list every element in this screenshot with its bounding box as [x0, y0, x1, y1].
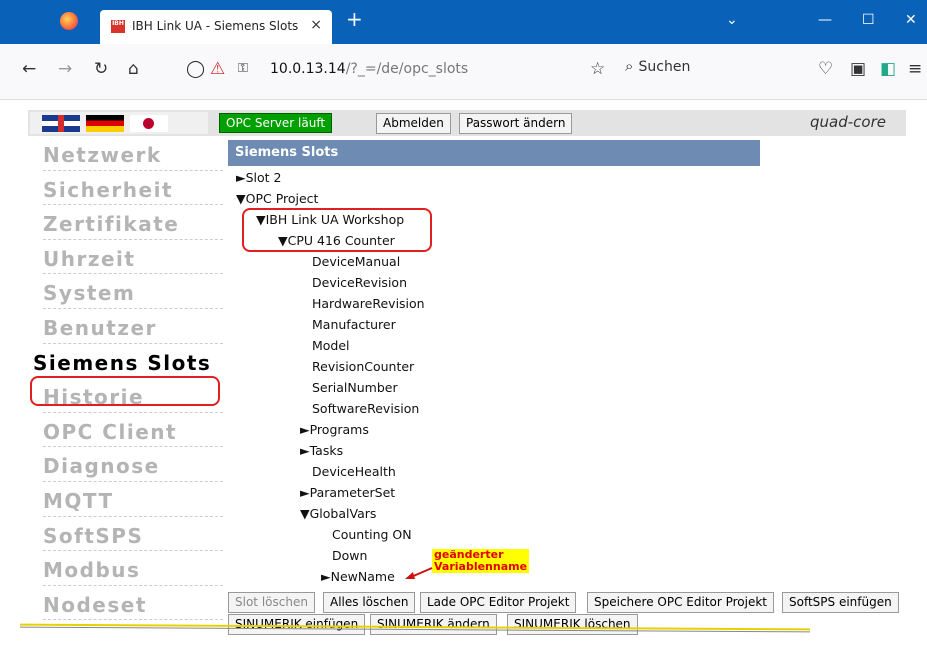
menu-icon[interactable]: ≡: [908, 59, 922, 79]
maximize-icon[interactable]: ☐: [862, 12, 875, 28]
panel-title: Siemens Slots: [228, 140, 760, 166]
sidebar: Netzwerk Sicherheit Zertifikate Uhrzeit …: [28, 140, 223, 624]
tab-list-chevron-icon[interactable]: ⌄: [726, 12, 738, 28]
softsps-insert-button[interactable]: SoftSPS einfügen: [782, 592, 899, 613]
sidebar-item-modbus[interactable]: Modbus: [28, 555, 223, 590]
tree-node-revision-counter[interactable]: RevisionCounter: [312, 359, 414, 374]
tree-node-device-manual[interactable]: DeviceManual: [312, 254, 400, 269]
annotation-arrow-icon: [405, 567, 433, 579]
tree-node-counting-on[interactable]: Counting ON: [332, 527, 412, 542]
sidebar-item-zertifikate[interactable]: Zertifikate: [28, 209, 223, 244]
sidebar-item-mqtt[interactable]: MQTT: [28, 486, 223, 521]
tab-close-icon[interactable]: ×: [310, 17, 322, 33]
permissions-icon[interactable]: ⚿: [238, 59, 248, 79]
active-item-highlight-ring: [30, 376, 220, 406]
tree-node-software-revision[interactable]: SoftwareRevision: [312, 401, 419, 416]
slot-tree: ►Slot 2 ▼OPC Project ▼IBH Link UA Worksh…: [228, 166, 760, 584]
url-bar[interactable]: 10.0.13.14/?_=/de/opc_slots: [270, 61, 468, 77]
sidebar-item-opc-client[interactable]: OPC Client: [28, 417, 223, 452]
forward-arrow-icon[interactable]: →: [58, 59, 72, 79]
top-strip: OPC Server läuft Abmelden Passwort änder…: [28, 110, 906, 136]
tracking-shield-icon[interactable]: ◯: [186, 59, 205, 79]
url-host: 10.0.13.14: [270, 61, 346, 77]
home-icon[interactable]: ⌂: [128, 59, 139, 79]
sidebar-item-nodeset[interactable]: Nodeset: [28, 590, 223, 625]
search-icon: ⌕: [625, 57, 634, 75]
tree-node-tasks[interactable]: ►Tasks: [300, 443, 343, 458]
sidebar-item-diagnose[interactable]: Diagnose: [28, 451, 223, 486]
bookmark-star-icon[interactable]: ☆: [590, 59, 605, 79]
pocket-icon[interactable]: ♡: [818, 59, 833, 79]
browser-tab[interactable]: IBH IBH Link UA - Siemens Slots ×: [100, 10, 332, 44]
sidebar-item-sicherheit[interactable]: Sicherheit: [28, 175, 223, 210]
tree-node-programs[interactable]: ►Programs: [300, 422, 369, 437]
search-box[interactable]: ⌕ Suchen: [625, 56, 775, 84]
sidebar-item-benutzer[interactable]: Benutzer: [28, 313, 223, 348]
tree-node-slot-2[interactable]: ►Slot 2: [236, 170, 282, 185]
tree-node-hardware-revision[interactable]: HardwareRevision: [312, 296, 425, 311]
search-placeholder: Suchen: [638, 59, 691, 75]
browser-nav-bar: ← → ↻ ⌂ ◯ ⚠ ⚿ 10.0.13.14/?_=/de/opc_slot…: [0, 44, 927, 100]
slot-delete-button[interactable]: Slot löschen: [228, 592, 315, 613]
save-opc-editor-project-button[interactable]: Speichere OPC Editor Projekt: [587, 592, 775, 613]
browser-tab-bar: IBH IBH Link UA - Siemens Slots × + ⌄ — …: [0, 0, 927, 44]
japan-flag-icon[interactable]: [130, 115, 168, 132]
insecure-lock-icon[interactable]: ⚠: [210, 59, 225, 79]
tree-node-parameter-set[interactable]: ►ParameterSet: [300, 485, 395, 500]
tree-node-global-vars[interactable]: ▼GlobalVars: [300, 506, 376, 521]
firefox-icon[interactable]: [60, 12, 78, 30]
screenshot-icon[interactable]: ▣: [850, 59, 866, 79]
german-flag-icon[interactable]: [86, 115, 124, 132]
delete-all-button[interactable]: Alles löschen: [323, 592, 416, 613]
sinumerik-delete-button[interactable]: SINUMERIK löschen: [507, 614, 638, 635]
new-tab-button[interactable]: +: [346, 9, 363, 29]
tree-node-serial-number[interactable]: SerialNumber: [312, 380, 398, 395]
uk-flag-icon[interactable]: [42, 115, 80, 132]
renamed-variable-annotation: geänderter Variablenname: [432, 549, 530, 573]
tree-node-down[interactable]: Down: [332, 548, 367, 563]
load-opc-editor-project-button[interactable]: Lade OPC Editor Projekt: [420, 592, 577, 613]
opc-server-status: OPC Server läuft: [219, 113, 333, 133]
extension-icon[interactable]: ◧: [880, 59, 896, 79]
brand-label: quad-core: [810, 113, 886, 131]
sidebar-item-netzwerk[interactable]: Netzwerk: [28, 140, 223, 175]
ibh-favicon-icon: IBH: [111, 20, 125, 33]
tree-node-model[interactable]: Model: [312, 338, 350, 353]
siemens-slots-panel: Siemens Slots ►Slot 2 ▼OPC Project ▼IBH …: [228, 140, 760, 584]
back-arrow-icon[interactable]: ←: [22, 59, 36, 79]
annotation-line-2: Variablenname: [434, 560, 528, 573]
tree-node-device-revision[interactable]: DeviceRevision: [312, 275, 407, 290]
cpu-highlight-ring: [242, 208, 432, 252]
minimize-icon[interactable]: —: [818, 12, 832, 28]
tree-node-manufacturer[interactable]: Manufacturer: [312, 317, 396, 332]
reload-icon[interactable]: ↻: [94, 59, 108, 79]
language-flags: [30, 112, 208, 134]
close-window-icon[interactable]: ✕: [905, 12, 917, 28]
logout-button[interactable]: Abmelden: [376, 113, 451, 134]
tree-node-new-name[interactable]: ►NewName: [321, 569, 395, 584]
sidebar-item-system[interactable]: System: [28, 278, 223, 313]
sidebar-item-uhrzeit[interactable]: Uhrzeit: [28, 244, 223, 279]
tree-node-opc-project[interactable]: ▼OPC Project: [236, 191, 318, 206]
change-password-button[interactable]: Passwort ändern: [459, 113, 573, 134]
url-path: /?_=/de/opc_slots: [345, 61, 469, 77]
sidebar-item-softsps[interactable]: SoftSPS: [28, 521, 223, 556]
sinumerik-change-button[interactable]: SINUMERIK ändern: [370, 614, 497, 635]
tree-node-device-health[interactable]: DeviceHealth: [312, 464, 396, 479]
tab-title: IBH Link UA - Siemens Slots: [132, 19, 299, 33]
